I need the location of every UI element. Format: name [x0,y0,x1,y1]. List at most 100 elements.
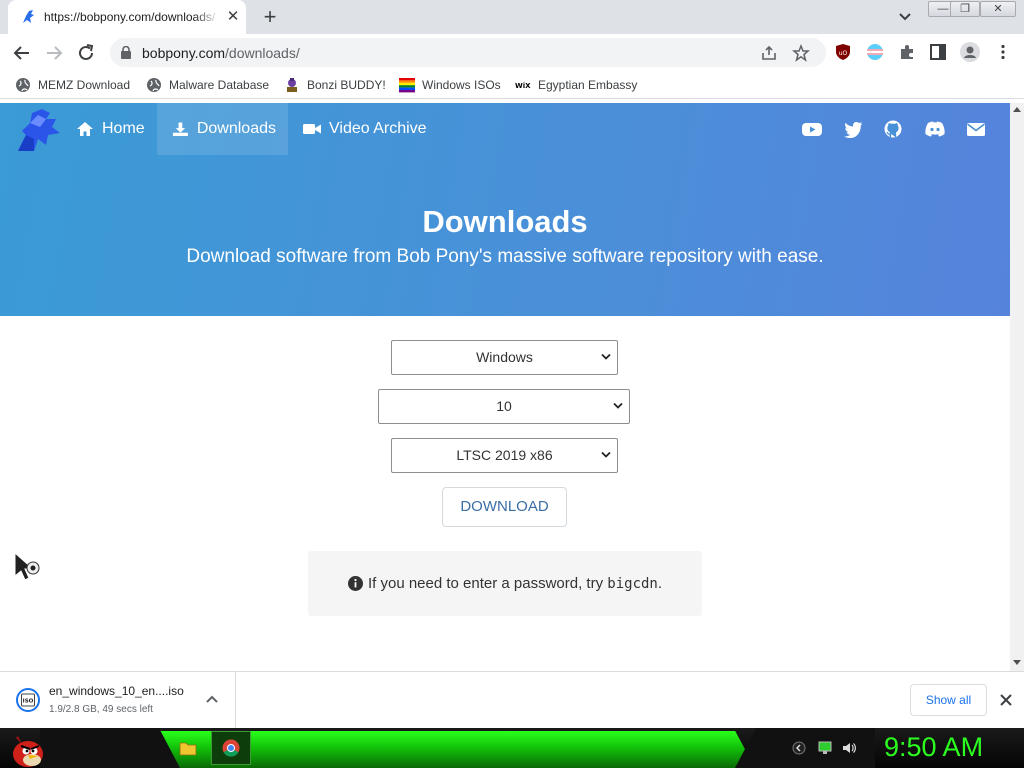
nav-video-archive-label: Video Archive [329,120,427,137]
close-window-button[interactable]: ✕ [980,1,1016,17]
menu-kebab-icon[interactable] [994,43,1012,61]
eye-cursor-icon [14,552,40,581]
taskbar-left-panel [40,728,180,768]
tab-close-icon[interactable]: ✕ [224,8,242,26]
chevron-down-icon [601,451,611,458]
close-icon[interactable] [998,692,1014,708]
bookmark-label: Egyptian Embassy [538,78,638,92]
scroll-down-arrow-icon[interactable] [1013,660,1021,665]
show-all-button[interactable]: Show all [910,684,987,716]
twitter-icon[interactable] [843,120,863,138]
notice-text: If you need to enter a password, try [367,575,604,592]
lock-icon [121,46,131,59]
forward-arrow-icon[interactable] [43,42,65,64]
page-scrollbar[interactable] [1010,103,1024,671]
version-select[interactable]: 10 [378,389,630,424]
page-subtitle: Download software from Bob Pony's massiv… [186,246,824,267]
bookmark-label: MEMZ Download [38,78,131,92]
volume-icon[interactable] [842,741,856,755]
svg-text:WiX: WiX [515,82,531,90]
chevron-up-icon[interactable] [205,694,219,704]
bonzi-buddy-icon [287,78,297,92]
bookmark-label: Malware Database [169,78,270,92]
extensions-puzzle-icon[interactable] [898,43,916,61]
edition-select-value: LTSC 2019 x86 [456,447,553,463]
nav-home[interactable]: Home [64,103,157,155]
video-icon [303,124,321,134]
angry-bird-start-icon[interactable] [6,730,46,768]
notice-password-code: bigcdn [607,575,658,592]
svg-text:ISO: ISO [23,699,34,705]
download-file-name: en_windows_10_en....iso [49,684,184,698]
download-shelf: ISO en_windows_10_en....iso 1.9/2.8 GB, … [0,671,1024,728]
info-icon [347,576,363,591]
mail-icon[interactable] [966,120,986,138]
nav-downloads[interactable]: Downloads [157,103,288,155]
browser-tab[interactable]: https://bobpony.com/downloads/ ✕ [8,0,246,34]
download-icon [172,122,188,137]
iso-file-icon: ISO [16,688,40,712]
bookmarks-bar: MEMZ Download Malware Database Bonzi BUD… [0,71,1024,99]
restore-button[interactable]: ❐ [950,1,980,17]
show-hidden-icons-icon[interactable] [792,741,806,755]
youtube-icon[interactable] [802,120,822,138]
nav-video-archive[interactable]: Video Archive [291,103,439,155]
new-tab-button[interactable]: + [258,6,282,28]
nav-home-label: Home [102,120,145,137]
bookmark-windows-isos[interactable]: Windows ISOs [399,76,501,94]
nav-downloads-label: Downloads [196,120,276,137]
page-title: Downloads [422,204,588,239]
taskbar: 9:50 AM [0,728,1024,768]
download-button[interactable]: DOWNLOAD [442,487,567,527]
tab-search-chevron-icon[interactable] [896,9,914,25]
download-item[interactable]: ISO en_windows_10_en....iso 1.9/2.8 GB, … [0,672,236,728]
bookmark-malware-database[interactable]: Malware Database [146,76,269,94]
version-select-value: 10 [496,398,512,414]
taskbar-clock[interactable]: 9:50 AM [884,732,983,763]
bookmark-star-icon[interactable] [792,44,810,62]
address-bar[interactable]: bobpony.com/downloads/ [110,38,826,67]
bobpony-favicon-icon [23,10,34,23]
os-select[interactable]: Windows [391,340,618,375]
share-icon[interactable] [760,44,778,62]
web-page: Home Downloads Video Archive Downloads D… [0,103,1010,671]
bobpony-logo-icon[interactable] [12,105,62,155]
chrome-icon [222,739,240,757]
bookmark-label: Windows ISOs [422,78,501,92]
ublock-origin-icon[interactable]: uO [834,43,852,61]
wix-logo-icon: WiX [515,82,531,90]
password-notice: If you need to enter a password, try big… [308,551,702,616]
site-navbar: Home Downloads Video Archive [0,103,1010,155]
network-icon[interactable] [818,741,832,755]
chevron-down-icon [601,353,611,360]
svg-text:uO: uO [839,50,848,57]
github-icon[interactable] [883,120,903,138]
hero-banner: Home Downloads Video Archive Downloads D… [0,103,1010,316]
bookmark-egyptian-embassy[interactable]: WiX Egyptian Embassy [515,76,637,94]
taskbar-file-explorer[interactable] [168,731,208,765]
globe-icon [16,78,30,92]
discord-icon[interactable] [924,120,946,138]
bookmark-bonzi-buddy[interactable]: Bonzi BUDDY! [284,76,386,94]
folder-icon [179,742,197,756]
rainbow-flag-icon [399,78,415,93]
home-icon [77,122,93,136]
browser-toolbar: bobpony.com/downloads/ uO [0,34,1024,71]
back-arrow-icon[interactable] [11,42,33,64]
side-panel-icon[interactable] [929,43,947,61]
tab-strip: https://bobpony.com/downloads/ ✕ + — ❐ ✕ [0,0,1024,34]
taskbar-chrome[interactable] [211,731,251,765]
trans-flag-extension-icon[interactable] [866,43,884,61]
url-text[interactable]: bobpony.com/downloads/ [142,45,300,61]
bookmark-label: Bonzi BUDDY! [307,78,386,92]
edition-select[interactable]: LTSC 2019 x86 [391,438,618,473]
reload-icon[interactable] [75,42,97,64]
download-status: 1.9/2.8 GB, 49 secs left [49,704,153,715]
os-select-value: Windows [476,349,533,365]
tab-title: https://bobpony.com/downloads/ [44,10,216,24]
bookmark-memz-download[interactable]: MEMZ Download [15,76,130,94]
notice-end: . [657,575,663,592]
globe-icon [147,78,161,92]
scroll-up-arrow-icon[interactable] [1013,107,1021,112]
profile-avatar-icon[interactable] [960,42,980,62]
